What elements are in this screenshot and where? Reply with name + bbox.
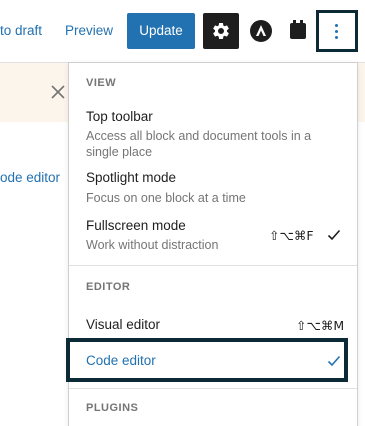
- spotlight-mode-title: Spotlight mode: [86, 170, 177, 185]
- astra-settings-button[interactable]: [250, 20, 272, 42]
- view-section-label: VIEW: [86, 77, 117, 89]
- astra-logo-icon: [250, 20, 272, 42]
- editor-section-label: EDITOR: [86, 281, 131, 293]
- switch-to-draft-button[interactable]: to draft: [0, 22, 42, 40]
- menu-item-code-editor[interactable]: Code editor: [66, 338, 348, 382]
- settings-button[interactable]: [203, 13, 239, 49]
- update-button[interactable]: Update: [127, 13, 195, 49]
- preview-button[interactable]: Preview: [65, 22, 113, 40]
- fullscreen-mode-title: Fullscreen mode: [86, 218, 186, 233]
- menu-divider: [69, 265, 357, 266]
- menu-divider: [69, 388, 357, 389]
- options-menu-button[interactable]: [316, 10, 358, 52]
- visual-editor-shortcut: ⇧⌥⌘M: [296, 318, 345, 333]
- checkmark-icon: [327, 229, 341, 241]
- top-toolbar-title: Top toolbar: [86, 109, 153, 124]
- block-plugin-icon: [290, 20, 306, 39]
- code-editor-title: Code editor: [86, 353, 156, 368]
- top-toolbar-description: Access all block and document tools in a…: [86, 129, 312, 159]
- close-icon[interactable]: [50, 84, 66, 100]
- visual-editor-title: Visual editor: [86, 317, 161, 332]
- block-plugin-button[interactable]: [287, 18, 309, 42]
- vertical-dots-icon: [335, 22, 339, 40]
- checkmark-icon: [327, 355, 341, 367]
- fullscreen-shortcut: ⇧⌥⌘F: [269, 228, 314, 243]
- editor-screen: to draft Preview Update ode editor VIEW …: [0, 0, 365, 426]
- gear-icon: [213, 22, 229, 39]
- code-editor-exit-link[interactable]: ode editor: [0, 170, 60, 185]
- options-dropdown-menu: VIEW Top toolbar Access all block and do…: [66, 62, 358, 426]
- editor-header: to draft Preview Update: [0, 0, 365, 63]
- plugins-section-label: PLUGINS: [86, 402, 139, 414]
- spotlight-mode-description: Focus on one block at a time: [86, 191, 246, 205]
